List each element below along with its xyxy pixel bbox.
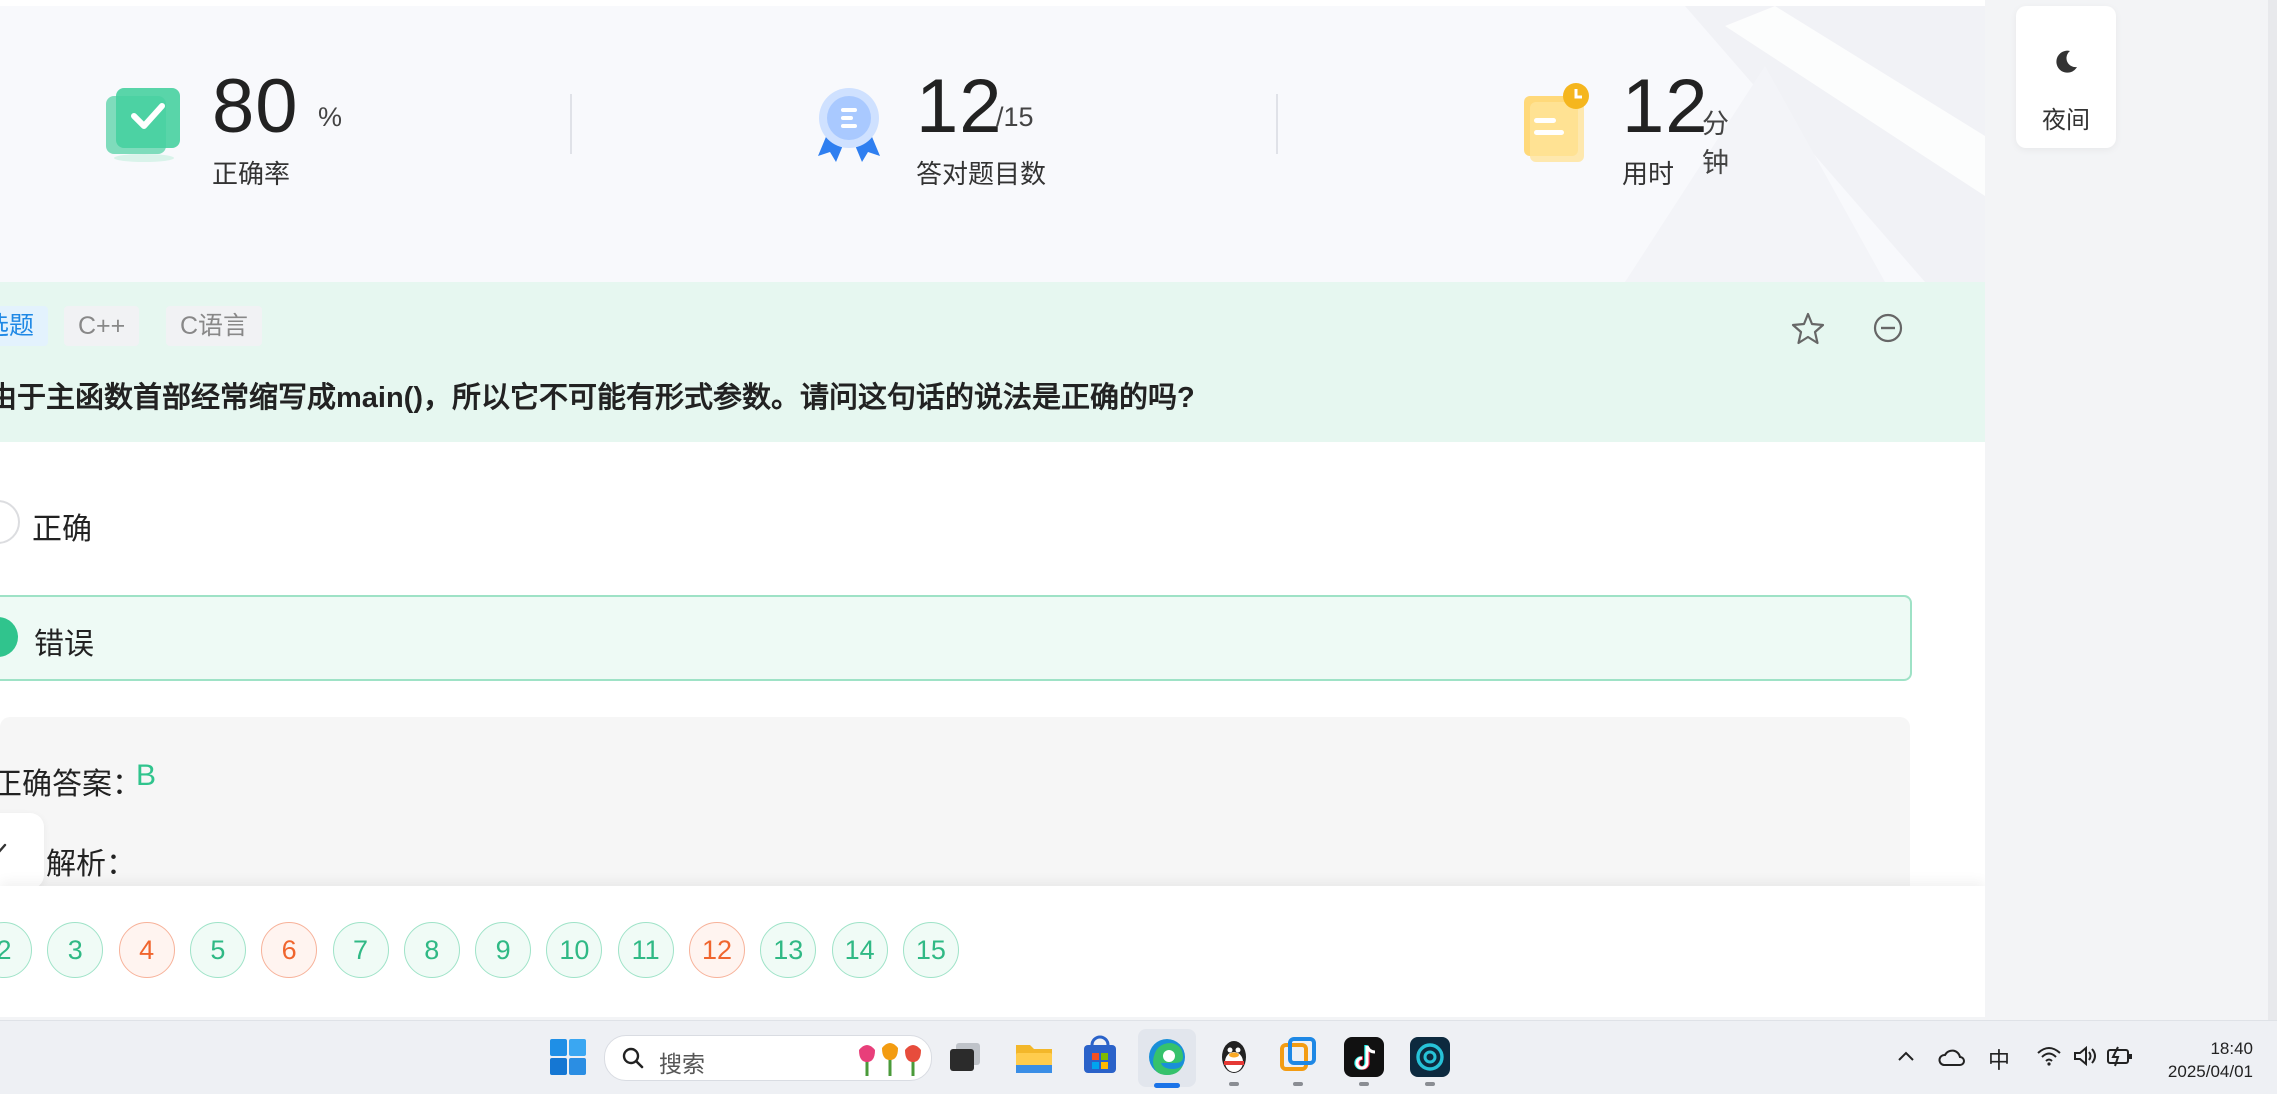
correct-total: /15 [996, 102, 1034, 132]
question-number-button[interactable]: 15 [902, 922, 959, 978]
accuracy-unit: % [318, 102, 343, 132]
question-number-button[interactable]: 12 [689, 922, 745, 978]
question-number-button[interactable]: 9 [475, 922, 532, 978]
time-unit: 分钟 [1702, 109, 1729, 178]
question-number-button[interactable]: 10 [546, 922, 603, 978]
battery-icon[interactable] [2106, 1045, 2134, 1067]
remove-icon[interactable] [1870, 310, 1906, 346]
onedrive-icon[interactable] [1938, 1045, 1966, 1069]
system-clock[interactable]: 18:40 2025/04/01 [2168, 1037, 2253, 1083]
star-icon[interactable] [1790, 310, 1826, 346]
check-icon [0, 843, 7, 853]
option-b-text: 错误 [34, 628, 94, 661]
taskbar-search[interactable]: 搜索 [604, 1035, 932, 1081]
question-number-button[interactable]: 14 [831, 922, 888, 978]
correct-label: 答对题目数 [916, 159, 1047, 189]
volume-icon[interactable] [2072, 1045, 2098, 1067]
collapse-toggle[interactable] [0, 813, 44, 889]
tag-c-language: C语言 [166, 306, 263, 346]
start-icon[interactable] [546, 1035, 590, 1079]
question-number-bar: 2 3 4 5 6 7 8 9 10 11 12 13 14 15 [0, 886, 1985, 1017]
question-type-tag: 选题 [0, 306, 49, 346]
question-number-button[interactable]: 13 [760, 922, 817, 978]
search-icon [622, 1047, 644, 1069]
time-label: 用时 [1622, 159, 1675, 189]
ime-indicator[interactable]: 中 [1988, 1043, 2010, 1075]
option-b[interactable]: 错误 [0, 595, 1912, 681]
accuracy-icon [106, 88, 180, 162]
night-mode-button[interactable]: 夜间 [2016, 6, 2116, 148]
question-header: 选题 C++ C语言 由于主函数首部经常缩写成main()，所以它不可能有形式参… [0, 282, 1985, 442]
accuracy-label: 正确率 [212, 159, 291, 189]
edge-active-indicator [1154, 1083, 1180, 1088]
qq-icon[interactable] [1212, 1035, 1256, 1079]
correct-answer-value: B [136, 759, 157, 792]
side-panel [1985, 0, 2277, 1020]
running-indicator [1425, 1082, 1435, 1086]
clock-date: 2025/04/01 [2167, 1062, 2253, 1081]
wifi-icon[interactable] [2036, 1045, 2062, 1067]
option-a[interactable]: 正确 [0, 480, 1910, 566]
taskbar: 搜索 中 18:40 2025/04/01 [0, 1020, 2277, 1094]
question-number-button[interactable]: 5 [189, 922, 246, 978]
question-number-button[interactable]: 7 [332, 922, 389, 978]
running-indicator [1359, 1082, 1369, 1086]
time-value: 12 [1622, 64, 1709, 149]
running-indicator [1293, 1082, 1303, 1086]
correct-value: 12 [916, 64, 1003, 149]
task-view-icon[interactable] [944, 1035, 988, 1079]
search-placeholder: 搜索 [659, 1051, 705, 1077]
question-number-button[interactable]: 4 [118, 922, 175, 978]
quiz-result-page: 80 % 正确率 12 /15 答对题目数 12 分钟 用时 题 C++ C语言… [0, 0, 1985, 1017]
clock-time: 18:40 [2210, 1039, 2253, 1058]
question-title: 由于主函数首部经常缩写成main()，所以它不可能有形式参数。请问这句话的说法是… [0, 382, 1195, 414]
divider [1276, 94, 1278, 154]
option-b-radio[interactable] [0, 617, 18, 657]
question-number-button[interactable]: 11 [617, 922, 674, 978]
correct-answer-label: 正确答案： [0, 768, 142, 801]
question-number-button[interactable]: 8 [403, 922, 460, 978]
option-a-text: 正确 [32, 513, 92, 546]
tiktok-icon[interactable] [1342, 1035, 1386, 1079]
tulips-icon [859, 1043, 921, 1076]
moon-icon [2056, 50, 2077, 73]
file-explorer-icon[interactable] [1012, 1035, 1056, 1079]
edge-icon[interactable] [1145, 1035, 1189, 1079]
accuracy-value: 80 [212, 64, 299, 149]
medal-icon [818, 88, 880, 162]
vmware-icon[interactable] [1276, 1035, 1320, 1079]
clock-note-icon [1524, 83, 1589, 162]
store-icon[interactable] [1078, 1035, 1122, 1079]
tag-cpp: C++ [64, 306, 140, 346]
question-number-button[interactable]: 6 [261, 922, 318, 978]
app-icon[interactable] [1408, 1035, 1452, 1079]
option-a-radio[interactable] [0, 500, 20, 544]
chevron-up-icon[interactable] [1896, 1047, 1916, 1067]
stats-panel: 80 % 正确率 12 /15 答对题目数 12 分钟 用时 [0, 6, 1985, 282]
analysis-label: 解析： [46, 848, 136, 881]
running-indicator [1229, 1082, 1239, 1086]
night-mode-label: 夜间 [2042, 107, 2090, 134]
question-number-button[interactable]: 3 [47, 922, 104, 978]
divider [570, 94, 572, 154]
question-number-button[interactable]: 2 [0, 922, 32, 978]
scrollbar[interactable] [2268, 0, 2277, 1020]
